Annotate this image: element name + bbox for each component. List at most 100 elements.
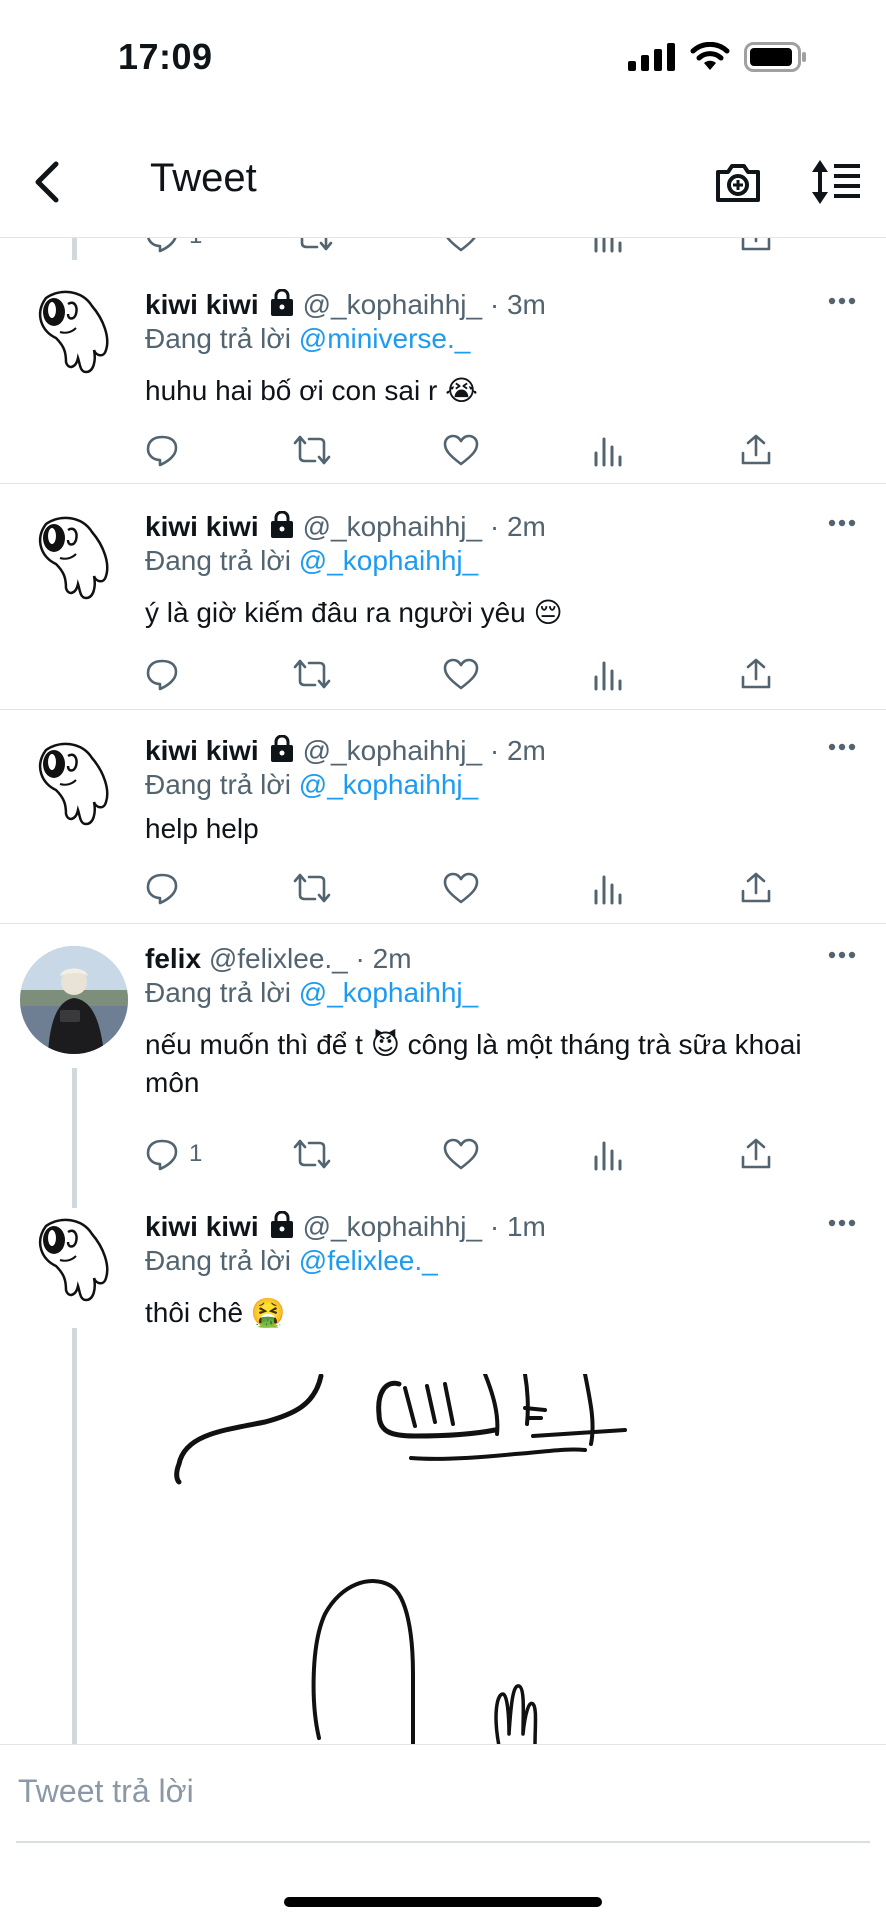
tweet-header: felix @felixlee._ · 2m [145, 942, 866, 976]
tweet-time: · 2m [355, 943, 412, 974]
reply-button[interactable] [145, 430, 179, 470]
user-handle[interactable]: @_kophaihhj_ [303, 1211, 482, 1242]
avatar[interactable] [20, 946, 128, 1054]
share-button[interactable] [739, 430, 773, 470]
analytics-icon [594, 238, 622, 253]
more-options-icon[interactable] [828, 518, 856, 528]
display-name[interactable]: kiwi kiwi [145, 511, 259, 542]
header: Tweet [0, 130, 886, 238]
status-bar: 17:09 [0, 0, 886, 120]
reply-count: 1 [189, 1140, 203, 1167]
share-icon [741, 658, 771, 689]
battery-icon [744, 42, 806, 72]
avatar[interactable] [20, 732, 128, 840]
replying-to: Đang trả lời @_kophaihhj_ [145, 768, 866, 802]
share-button[interactable] [739, 238, 773, 256]
signal-icon [628, 43, 675, 71]
heart-icon [443, 434, 479, 466]
avatar[interactable] [20, 280, 128, 388]
avatar[interactable] [20, 1208, 128, 1316]
more-options-icon[interactable] [828, 950, 856, 960]
share-button[interactable] [739, 654, 773, 694]
mention-link[interactable]: @_kophaihhj_ [299, 977, 478, 1008]
views-button[interactable] [593, 1134, 623, 1174]
share-icon [741, 1138, 771, 1169]
mention-link[interactable]: @_kophaihhj_ [299, 769, 478, 800]
back-button[interactable] [22, 152, 72, 212]
user-handle[interactable]: @_kophaihhj_ [303, 735, 482, 766]
tweet-actions [145, 654, 795, 694]
display-name[interactable]: kiwi kiwi [145, 1211, 259, 1242]
camera-button[interactable] [710, 154, 766, 210]
like-button[interactable] [443, 654, 479, 694]
tweet-image[interactable] [145, 1374, 785, 1744]
retweet-icon [293, 659, 331, 689]
mention-link[interactable]: @miniverse._ [299, 323, 471, 354]
share-button[interactable] [739, 868, 773, 908]
reply-composer: Tweet trả lời [0, 1744, 886, 1920]
avatar[interactable] [20, 506, 128, 614]
display-name[interactable]: kiwi kiwi [145, 289, 259, 320]
tweet-text: thôi chê 🤮 [145, 1297, 286, 1328]
more-options-icon[interactable] [828, 742, 856, 752]
mention-link[interactable]: @_kophaihhj_ [299, 545, 478, 576]
retweet-button[interactable] [293, 654, 331, 694]
views-button[interactable] [593, 238, 623, 256]
reply-icon [146, 659, 178, 691]
retweet-button[interactable] [293, 868, 331, 908]
share-button[interactable] [739, 1134, 773, 1174]
tweet-body: kiwi kiwi @_kophaihhj_ · 3m Đang trả lời … [145, 288, 866, 410]
home-indicator[interactable] [284, 1897, 602, 1907]
reply-button[interactable]: 1 [145, 1134, 202, 1174]
retweet-icon [293, 435, 331, 465]
views-button[interactable] [593, 868, 623, 908]
views-button[interactable] [593, 430, 623, 470]
tweet-actions [145, 430, 795, 470]
replying-to: Đang trả lời @_kophaihhj_ [145, 976, 866, 1010]
retweet-icon [293, 873, 331, 903]
sort-button[interactable] [808, 154, 864, 210]
user-handle[interactable]: @_kophaihhj_ [303, 511, 482, 542]
replying-to-label: Đang trả lời [145, 769, 291, 800]
like-button[interactable] [443, 868, 479, 908]
replying-to-label: Đang trả lời [145, 1245, 291, 1276]
tweet-feed[interactable]: 1 kiwi kiwi@_kophaihhj_ · 3m Đ [0, 238, 886, 1744]
tweet[interactable]: kiwi kiwi @_kophaihhj_ · 3m Đang trả lời … [0, 260, 886, 484]
tweet[interactable]: kiwi kiwi @_kophaihhj_ · 2m Đang trả lời … [0, 710, 886, 924]
more-options-icon[interactable] [828, 296, 856, 306]
retweet-button[interactable] [293, 430, 331, 470]
replying-to: Đang trả lời @felixlee._ [145, 1244, 866, 1278]
replying-to-label: Đang trả lời [145, 977, 291, 1008]
reply-input[interactable]: Tweet trả lời [18, 1773, 194, 1810]
like-button[interactable] [443, 430, 479, 470]
reply-icon [146, 873, 178, 905]
sort-icon [812, 160, 860, 204]
tweet-header: kiwi kiwi @_kophaihhj_ · 2m [145, 510, 866, 544]
like-button[interactable] [443, 1134, 479, 1174]
user-handle[interactable]: @felixlee._ [209, 943, 348, 974]
reply-button[interactable] [145, 654, 179, 694]
reply-button[interactable] [145, 868, 179, 908]
replying-to-label: Đang trả lời [145, 545, 291, 576]
views-button[interactable] [593, 654, 623, 694]
tweet[interactable]: kiwi kiwi @_kophaihhj_ · 2m Đang trả lời … [0, 484, 886, 710]
tweet-time: · 2m [489, 511, 546, 542]
mention-link[interactable]: @felixlee._ [299, 1245, 438, 1276]
tweet-body: kiwi kiwi @_kophaihhj_ · 2m Đang trả lời … [145, 510, 866, 632]
tweet[interactable]: felix @felixlee._ · 2m Đang trả lời @_ko… [0, 924, 886, 1186]
like-button[interactable] [443, 238, 479, 256]
retweet-icon [300, 238, 333, 251]
share-icon [741, 238, 771, 251]
tweet-actions: 1 [145, 1134, 795, 1174]
retweet-button[interactable] [295, 238, 333, 256]
more-options-icon[interactable] [828, 1218, 856, 1228]
display-name[interactable]: felix [145, 943, 201, 974]
display-name[interactable]: kiwi kiwi [145, 735, 259, 766]
analytics-icon [594, 1141, 622, 1171]
thread-line [72, 238, 77, 260]
user-handle[interactable]: @_kophaihhj_ [303, 289, 482, 320]
lock-icon [270, 289, 293, 316]
tweet[interactable]: kiwi kiwi @_kophaihhj_ · 1m Đang trả lời … [0, 1186, 886, 1744]
reply-button[interactable]: 1 [145, 238, 202, 256]
retweet-button[interactable] [293, 1134, 331, 1174]
